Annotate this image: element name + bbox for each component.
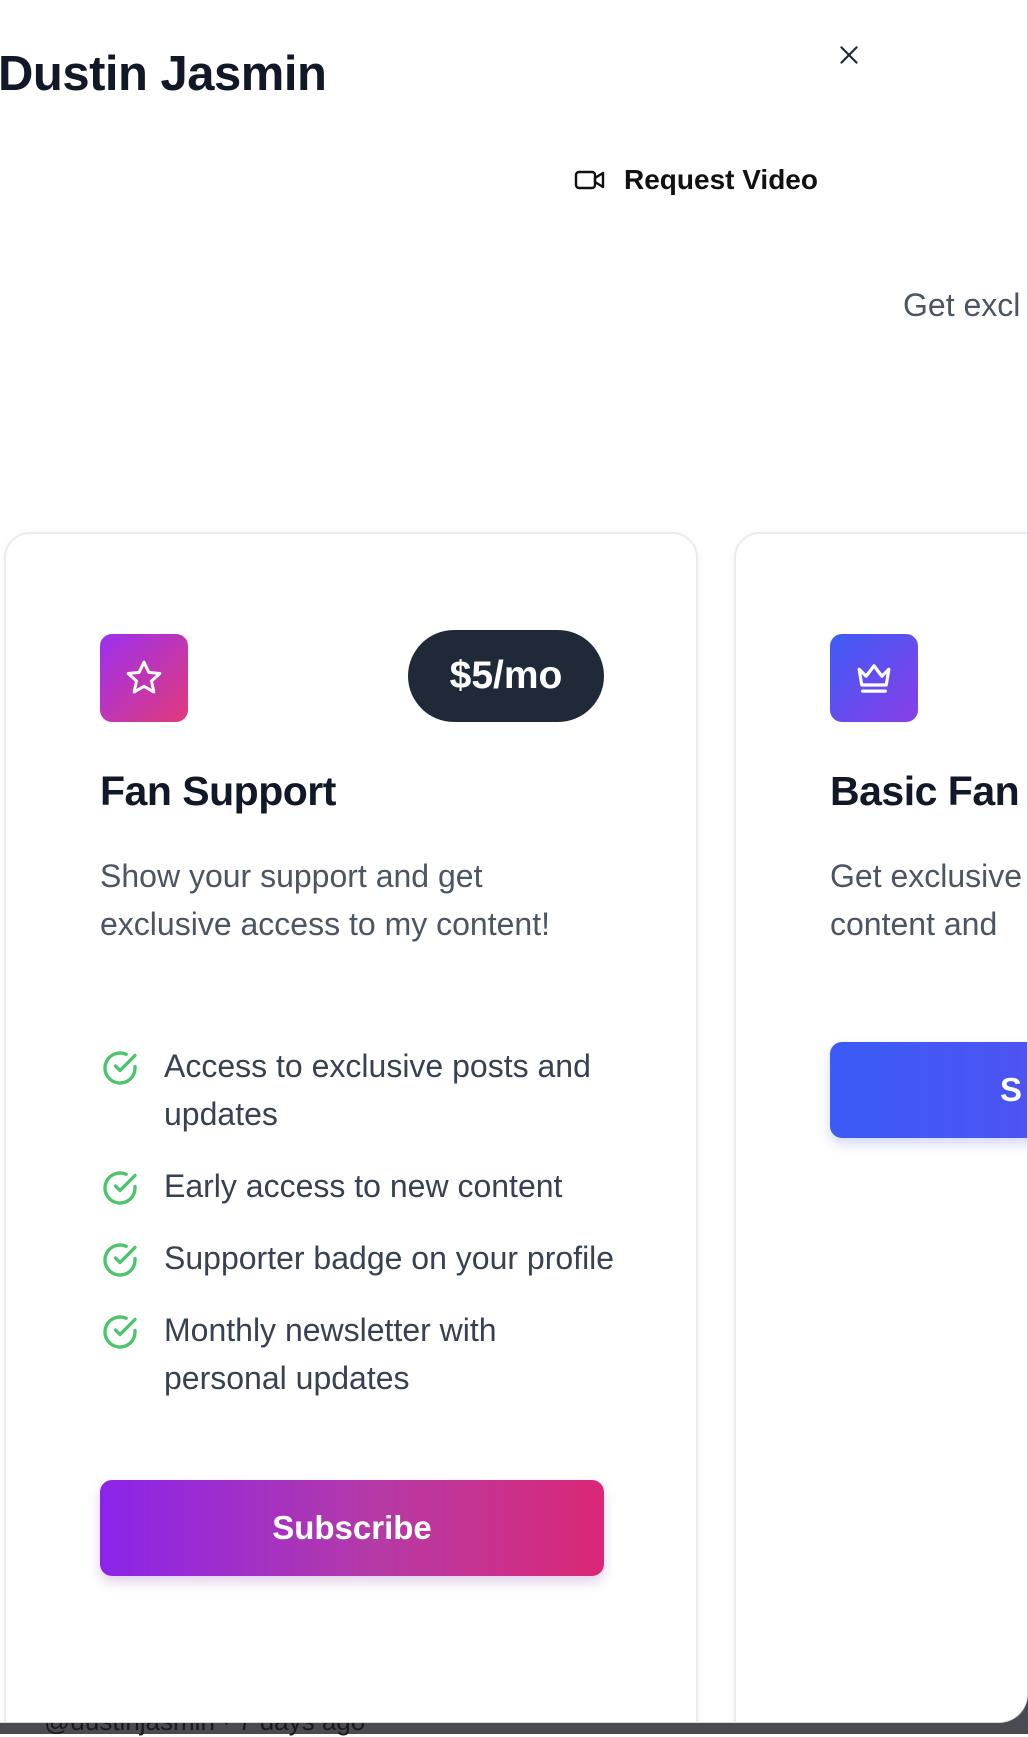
tier-description: Show your support and get exclusive acce… — [100, 858, 550, 942]
feature-list: Access to exclusive posts and updates Ea… — [100, 1042, 620, 1426]
check-circle-icon — [103, 1051, 137, 1085]
feature-item: Access to exclusive posts and updates — [100, 1042, 620, 1138]
check-circle-icon — [103, 1243, 137, 1277]
feature-text: Access to exclusive posts and updates — [164, 1048, 591, 1132]
request-video-label: Request Video — [624, 164, 818, 195]
tier-card-basic-fan: Basic Fan Get exclusive content and S — [734, 532, 1027, 1722]
feature-text: Supporter badge on your profile — [164, 1240, 615, 1276]
feature-item: Early access to new content — [100, 1162, 620, 1210]
tier-icon-badge — [830, 634, 918, 722]
star-icon — [126, 660, 162, 694]
close-icon — [840, 46, 858, 64]
tier-card-fan-support: $5/mo Fan Support Show your support and … — [4, 532, 698, 1722]
tier-description-line: content and — [830, 906, 998, 942]
tier-description-line: Get exclusive — [830, 858, 1023, 894]
subscribe-button[interactable]: S — [830, 1042, 1027, 1138]
feature-text: Early access to new content — [164, 1168, 563, 1204]
check-circle-icon — [103, 1171, 137, 1205]
tier-icon-badge — [100, 634, 188, 722]
subscribe-button[interactable]: Subscribe — [100, 1480, 604, 1576]
video-camera-icon — [574, 170, 605, 190]
feature-text: Monthly newsletter with personal updates — [164, 1312, 497, 1396]
tier-description: Get exclusive content and — [830, 852, 1027, 948]
subscription-modal: Dustin Jasmin Request Video Get excl $5/… — [0, 0, 1027, 1722]
tier-name: Fan Support — [100, 768, 336, 814]
intro-text: Get excl — [903, 287, 1021, 323]
modal-title: Dustin Jasmin — [0, 47, 327, 101]
check-circle-icon — [103, 1315, 137, 1349]
request-video-button[interactable]: Request Video — [574, 158, 818, 202]
tier-name: Basic Fan — [830, 768, 1020, 814]
feature-item: Monthly newsletter with personal updates — [100, 1306, 620, 1402]
crown-icon — [857, 664, 891, 693]
price-badge: $5/mo — [408, 630, 604, 722]
close-button[interactable] — [828, 34, 870, 76]
feature-item: Supporter badge on your profile — [100, 1234, 620, 1282]
